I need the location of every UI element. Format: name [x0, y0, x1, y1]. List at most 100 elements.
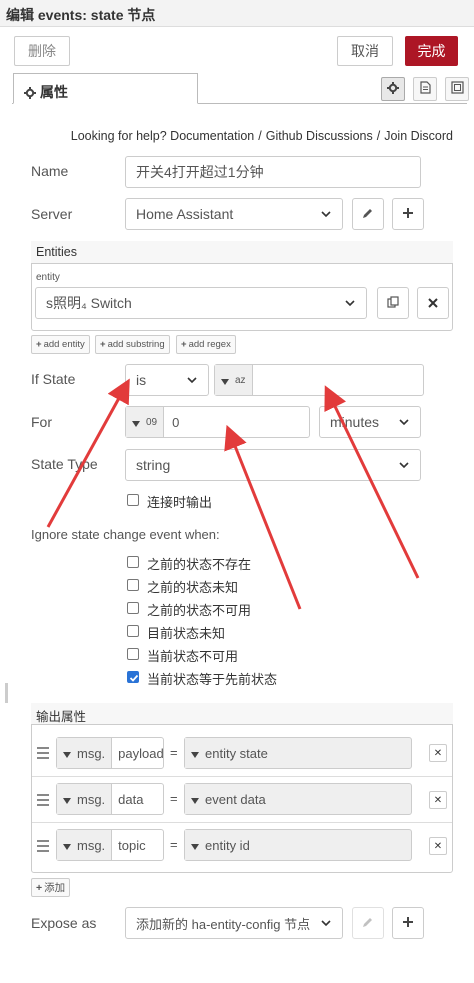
plus-icon: + — [181, 339, 187, 350]
add-regex-button[interactable]: + add regex — [176, 335, 236, 354]
drag-handle-icon[interactable] — [37, 747, 49, 762]
expose-as-label: Expose as — [31, 915, 97, 931]
for-type-selector[interactable]: 09 — [126, 407, 165, 437]
server-label: Server — [31, 206, 73, 222]
checkmark-icon — [128, 672, 139, 684]
add-entity-button[interactable]: + add entity — [31, 335, 90, 354]
document-icon — [419, 81, 431, 97]
add-server-button[interactable] — [392, 198, 424, 230]
add-config-button[interactable] — [392, 907, 424, 939]
tab-appearance[interactable] — [445, 77, 469, 101]
entity-select[interactable]: s照明₄ Switch — [35, 287, 367, 319]
pencil-icon — [362, 206, 374, 222]
caret-down-icon — [132, 415, 140, 430]
ignore-option-checkbox[interactable] — [127, 671, 139, 683]
entities-header: Entities — [31, 241, 453, 264]
remove-entity-button[interactable] — [417, 287, 449, 319]
ignore-section-label: Ignore state change event when: — [31, 527, 220, 542]
remove-property-button[interactable]: ✕ — [429, 744, 447, 762]
scrollbar-handle[interactable] — [5, 683, 8, 703]
expose-as-select[interactable]: 添加新的 ha-entity-config 节点 — [125, 907, 343, 939]
plus-icon: + — [36, 339, 42, 350]
pencil-icon — [362, 915, 374, 931]
copy-entity-button[interactable] — [377, 287, 409, 319]
caret-down-icon — [63, 792, 71, 807]
ignore-option-checkbox[interactable] — [127, 625, 139, 637]
tab-description[interactable] — [413, 77, 437, 101]
drag-handle-icon[interactable] — [37, 794, 49, 809]
output-value-field[interactable]: event data — [184, 783, 412, 815]
output-property-name[interactable]: payload — [112, 746, 164, 761]
output-property-field[interactable]: msg. data — [56, 783, 164, 815]
name-label: Name — [31, 163, 69, 179]
output-value-label: entity id — [205, 837, 250, 853]
output-property-name[interactable]: topic — [112, 838, 145, 853]
remove-property-button[interactable]: ✕ — [429, 837, 447, 855]
if-state-operator-value: is — [136, 372, 147, 388]
row-divider — [32, 776, 452, 777]
edit-server-button[interactable] — [352, 198, 384, 230]
msg-prefix: msg. — [77, 791, 106, 807]
cancel-button[interactable]: 取消 — [337, 36, 393, 66]
output-value-label: entity state — [205, 745, 268, 761]
caret-down-icon — [221, 373, 229, 388]
drag-handle-icon[interactable] — [37, 840, 49, 855]
ignore-option-checkbox[interactable] — [127, 602, 139, 614]
caret-down-icon — [191, 792, 199, 807]
chevron-down-icon — [320, 917, 332, 929]
output-value-label: event data — [205, 791, 266, 807]
tab-properties-label: 属性 — [40, 84, 68, 100]
gear-icon — [387, 81, 399, 97]
delete-button[interactable]: 删除 — [14, 36, 70, 66]
ignore-option-checkbox[interactable] — [127, 556, 139, 568]
name-input[interactable]: 开关4打开超过1分钟 — [125, 156, 421, 188]
add-entity-label: add entity — [43, 339, 85, 350]
server-select[interactable]: Home Assistant — [125, 198, 343, 230]
output-value-field[interactable]: entity id — [184, 829, 412, 861]
join-discord-link[interactable]: Join Discord — [384, 129, 453, 143]
github-discussions-link[interactable]: Github Discussions — [266, 129, 373, 143]
equals-sign: = — [170, 745, 178, 760]
ignore-option-checkbox[interactable] — [127, 579, 139, 591]
remove-property-button[interactable]: ✕ — [429, 791, 447, 809]
documentation-link[interactable]: Documentation — [170, 129, 254, 143]
if-state-value-field[interactable]: az — [214, 364, 424, 396]
if-state-type-selector[interactable]: az — [215, 365, 253, 395]
for-unit-select[interactable]: minutes — [319, 406, 421, 438]
equals-sign: = — [170, 791, 178, 806]
output-value-type[interactable]: entity state — [185, 738, 274, 768]
output-value-field[interactable]: entity state — [184, 737, 412, 769]
state-type-label: State Type — [31, 456, 98, 472]
plus-icon — [402, 206, 414, 222]
output-value-type[interactable]: event data — [185, 784, 272, 814]
add-property-label: 添加 — [44, 882, 66, 894]
state-type-select[interactable]: string — [125, 449, 421, 481]
add-property-button[interactable]: + 添加 — [31, 878, 71, 897]
output-properties-header: 输出属性 — [31, 703, 453, 725]
output-property-type[interactable]: msg. — [57, 830, 113, 860]
row-divider — [32, 822, 452, 823]
plus-icon: + — [100, 339, 106, 350]
add-substring-button[interactable]: + add substring — [95, 335, 170, 354]
close-icon: ✕ — [433, 840, 443, 852]
for-value-field[interactable]: 09 0 — [125, 406, 310, 438]
done-button[interactable]: 完成 — [405, 36, 458, 66]
equals-sign: = — [170, 837, 178, 852]
for-value-input[interactable]: 0 — [164, 415, 179, 430]
output-property-field[interactable]: msg. payload — [56, 737, 164, 769]
tab-properties[interactable]: 属性 — [13, 73, 198, 104]
edit-config-button[interactable] — [352, 907, 384, 939]
entity-row-label: entity — [36, 272, 60, 283]
ignore-option-label: 目前状态未知 — [147, 626, 226, 641]
if-state-operator-select[interactable]: is — [125, 364, 209, 396]
output-property-type[interactable]: msg. — [57, 784, 113, 814]
ignore-option-checkbox[interactable] — [127, 648, 139, 660]
output-property-type[interactable]: msg. — [57, 738, 113, 768]
tab-settings[interactable] — [381, 77, 405, 101]
chevron-down-icon — [344, 297, 356, 309]
output-property-field[interactable]: msg. topic — [56, 829, 164, 861]
msg-prefix: msg. — [77, 745, 106, 761]
output-on-connect-checkbox[interactable] — [127, 494, 139, 506]
output-value-type[interactable]: entity id — [185, 830, 256, 860]
output-property-name[interactable]: data — [112, 792, 143, 807]
